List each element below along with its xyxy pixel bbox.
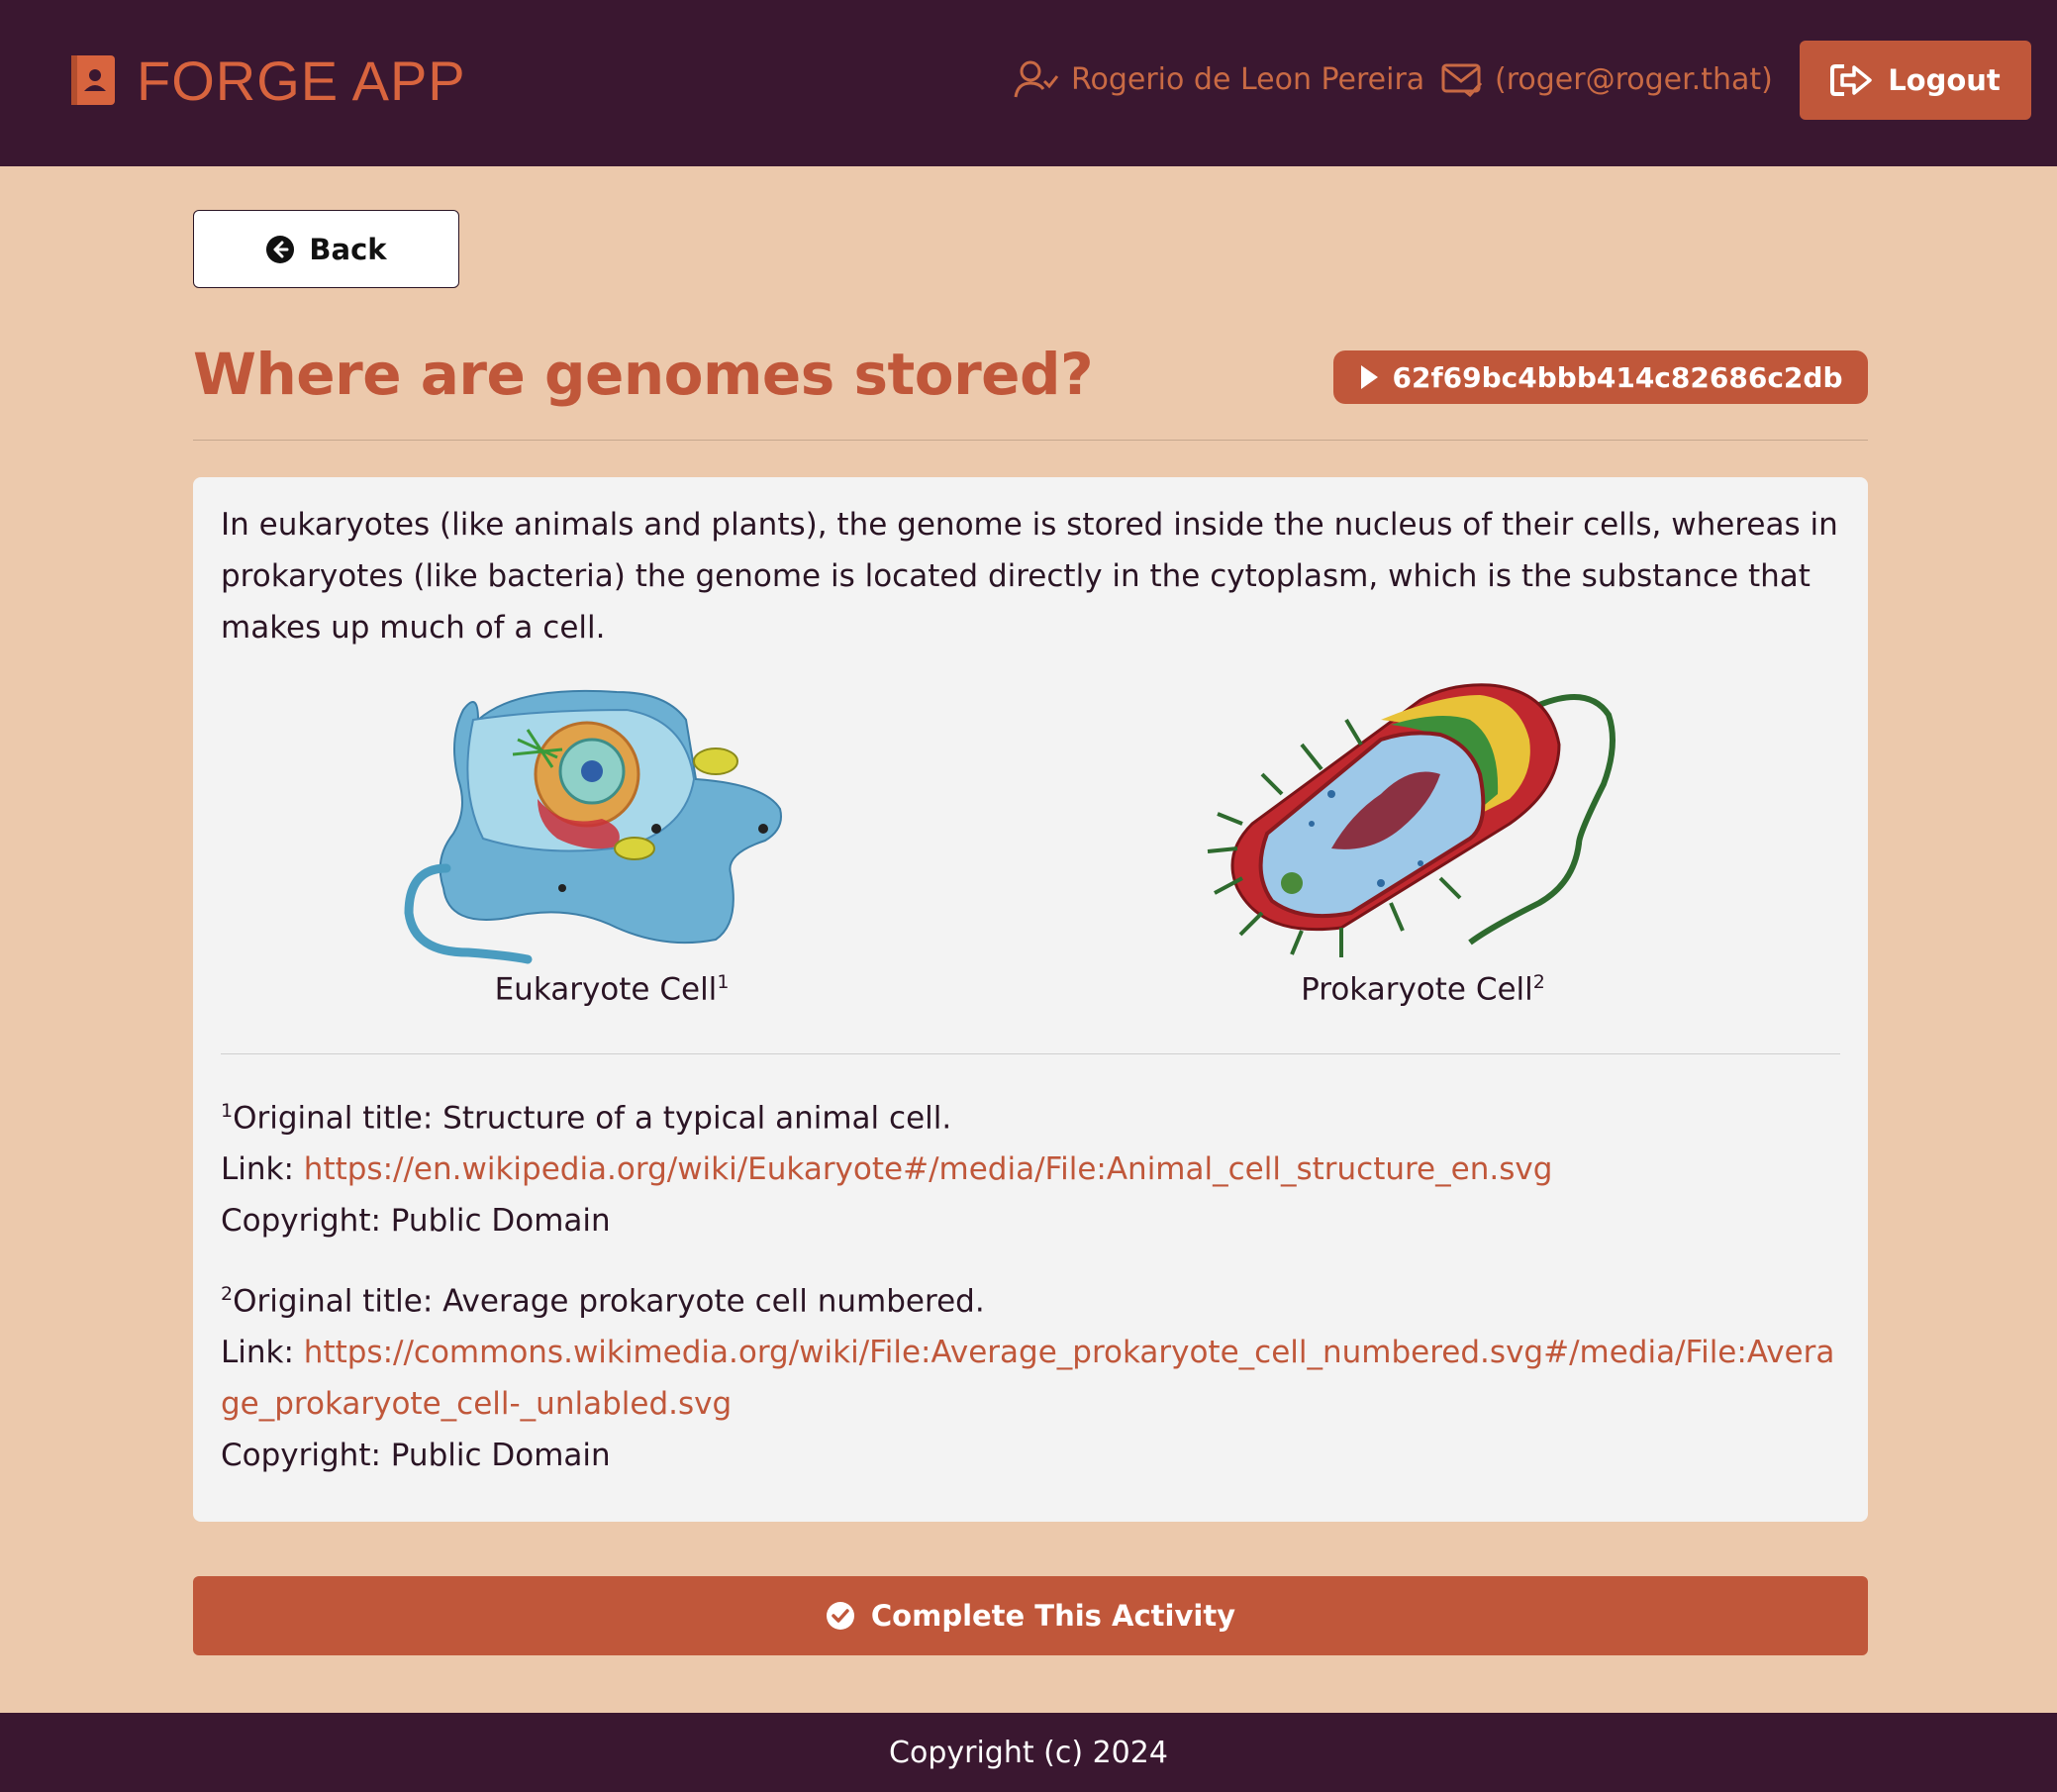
reference-1-title: 1Original title: Structure of a typical … (221, 1085, 1844, 1144)
activity-id: 62f69bc4bbb414c82686c2db (1392, 360, 1843, 394)
content-card: In eukaryotes (like animals and plants),… (193, 477, 1868, 1522)
mail-check-icon (1441, 63, 1483, 97)
reference-1-copyright: Copyright: Public Domain (221, 1203, 611, 1240)
footer: Copyright (c) 2024 (0, 1713, 2057, 1792)
logout-label: Logout (1888, 63, 2001, 97)
eukaryote-figure: Eukaryote Cell1 (389, 680, 834, 1007)
reference-2-title-text: Original title: Average prokaryote cell … (233, 1283, 985, 1320)
prokaryote-caption-text: Prokaryote Cell (1301, 971, 1533, 1008)
reference-2-number: 2 (221, 1283, 234, 1305)
prokaryote-figure: Prokaryote Cell2 (1183, 675, 1663, 1007)
play-icon (1360, 365, 1378, 389)
title-divider (193, 440, 1868, 441)
prokaryote-caption: Prokaryote Cell2 (1183, 971, 1663, 1007)
reference-1-link[interactable]: https://en.wikipedia.org/wiki/Eukaryote#… (304, 1151, 1553, 1187)
eukaryote-caption-text: Eukaryote Cell (494, 971, 718, 1008)
prokaryote-ref-mark: 2 (1532, 971, 1545, 993)
arrow-circle-left-icon (266, 235, 295, 263)
complete-activity-label: Complete This Activity (870, 1599, 1236, 1633)
back-label: Back (309, 232, 387, 266)
reference-2-link[interactable]: https://commons.wikimedia.org/wiki/File:… (221, 1335, 1834, 1422)
eukaryote-cell-image (404, 689, 782, 964)
eukaryote-caption: Eukaryote Cell1 (389, 971, 834, 1007)
eukaryote-ref-mark: 1 (717, 971, 730, 993)
references-divider (221, 1053, 1840, 1054)
check-circle-icon (826, 1602, 854, 1630)
user-check-icon (1014, 60, 1059, 98)
reference-1: 1Original title: Structure of a typical … (221, 1085, 1844, 1246)
footer-copyright: Copyright (c) 2024 (889, 1735, 1168, 1770)
user-email: (roger@roger.that) (1495, 61, 1773, 97)
contact-book-icon (71, 55, 115, 105)
reference-2-link-row: Link: https://commons.wikimedia.org/wiki… (221, 1327, 1844, 1430)
prokaryote-cell-image (1207, 683, 1616, 957)
reference-1-link-row: Link: https://en.wikipedia.org/wiki/Euka… (221, 1144, 1844, 1195)
reference-1-number: 1 (221, 1100, 234, 1122)
complete-activity-button[interactable]: Complete This Activity (193, 1576, 1868, 1655)
logout-icon (1830, 64, 1872, 96)
page-title: Where are genomes stored? (193, 341, 1094, 408)
brand[interactable]: FORGE APP (71, 46, 466, 115)
reference-2: 2Original title: Average prokaryote cell… (221, 1268, 1844, 1481)
activity-id-badge[interactable]: 62f69bc4bbb414c82686c2db (1333, 350, 1868, 404)
intro-paragraph: In eukaryotes (like animals and plants),… (221, 507, 1838, 646)
reference-2-link-label: Link: (221, 1335, 304, 1371)
app-name: FORGE APP (137, 49, 466, 112)
back-button[interactable]: Back (193, 210, 459, 288)
reference-2-title: 2Original title: Average prokaryote cell… (221, 1268, 1844, 1327)
reference-1-title-text: Original title: Structure of a typical a… (233, 1100, 952, 1137)
logout-button[interactable]: Logout (1800, 41, 2031, 120)
user-email-info: (roger@roger.that) (1441, 55, 1773, 103)
top-navbar: FORGE APP Rogerio de Leon Pereira (roger… (0, 0, 2057, 166)
user-name: Rogerio de Leon Pereira (1071, 61, 1425, 97)
reference-1-link-label: Link: (221, 1151, 304, 1188)
reference-2-copyright: Copyright: Public Domain (221, 1438, 611, 1474)
user-info: Rogerio de Leon Pereira (1014, 55, 1424, 103)
